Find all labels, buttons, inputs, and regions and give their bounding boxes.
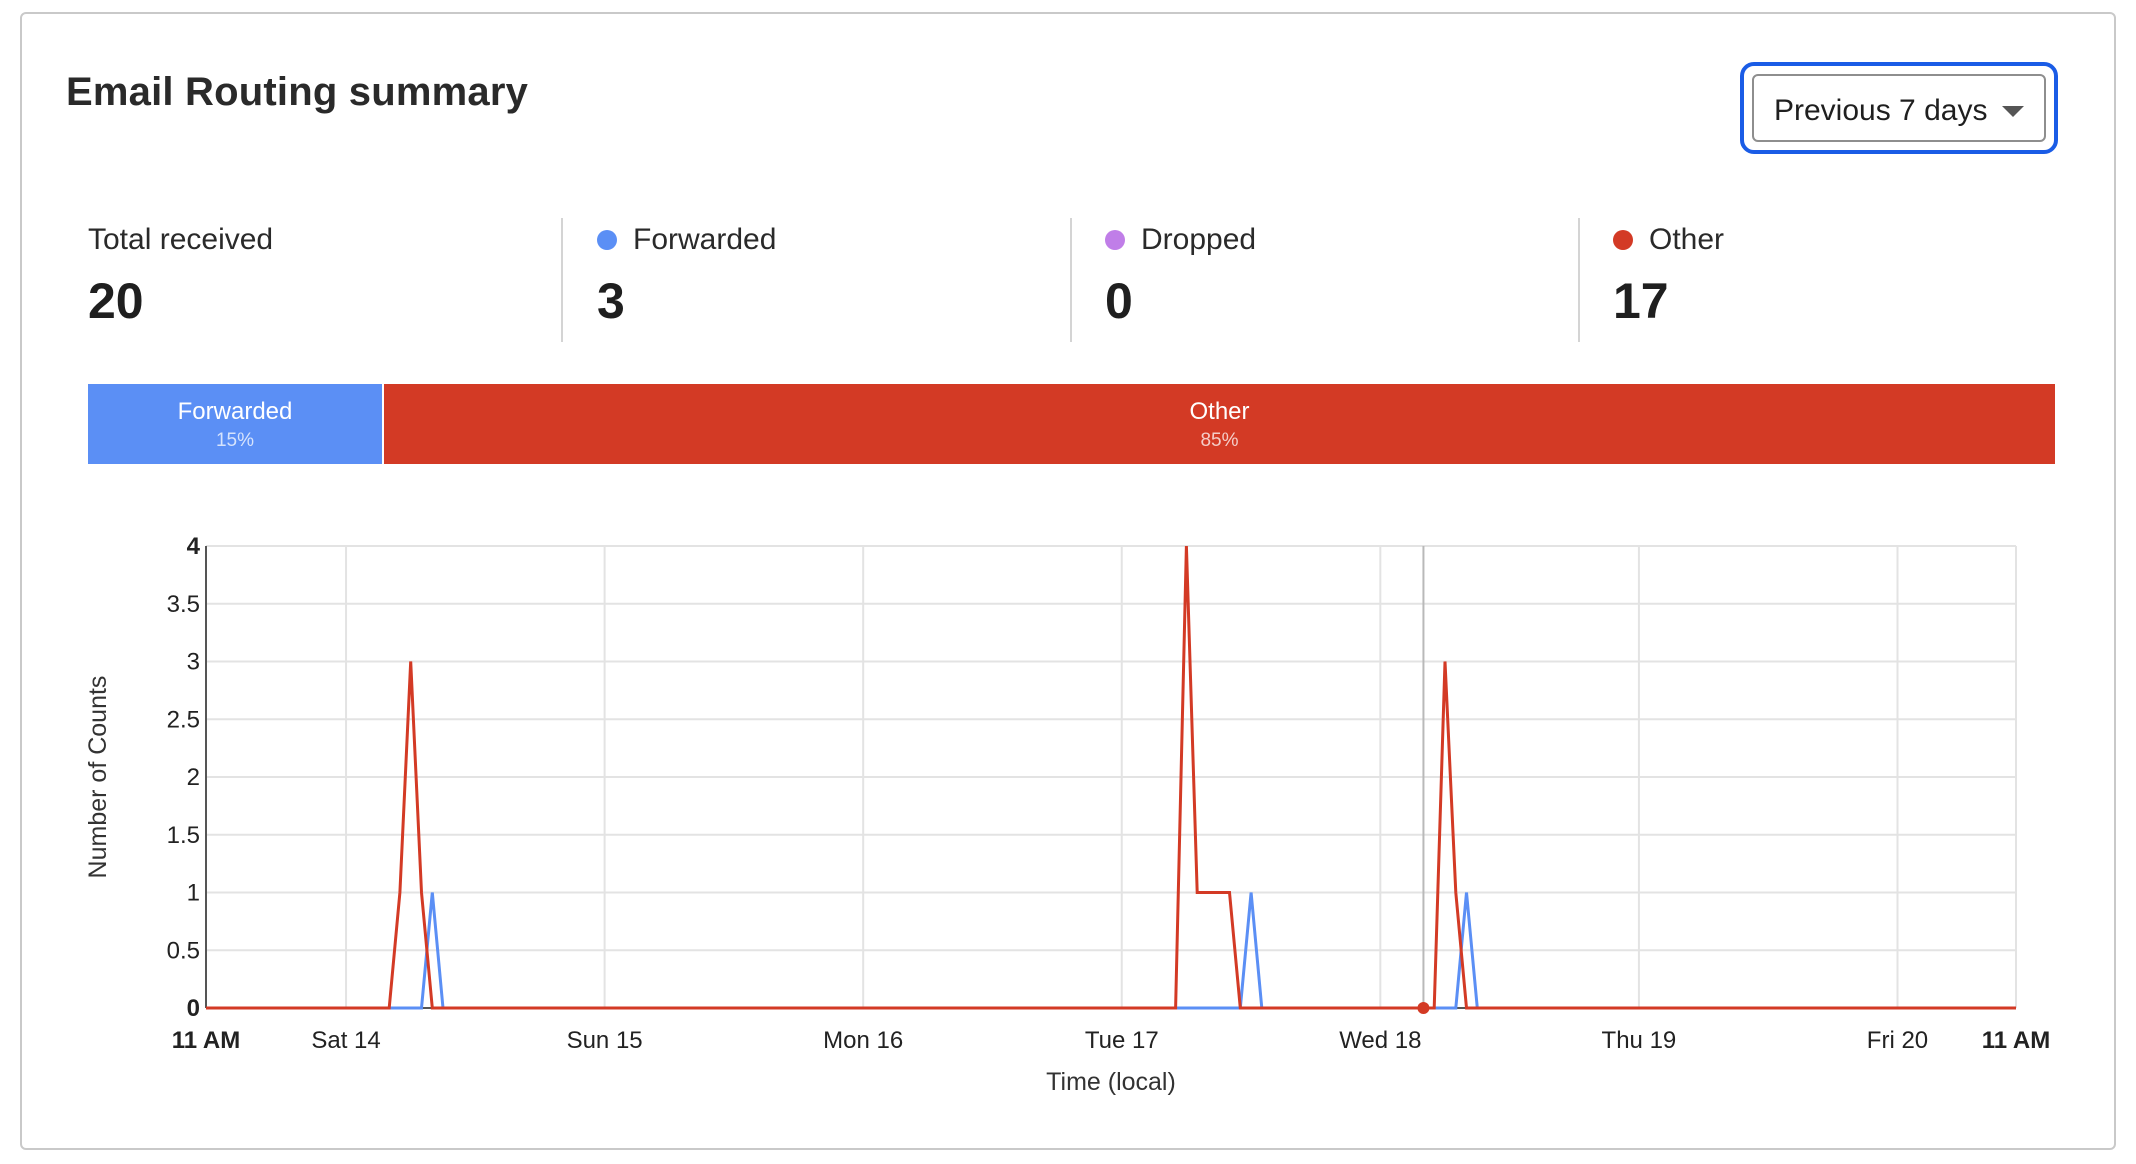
line-chart[interactable]: 0 0.5 1 1.5 2 2.5 3 3.5 4 11 AM Sat 14 Sun 15 Mon 1…	[0, 0, 2136, 1164]
chart-grid	[205, 545, 2017, 1009]
y-tick-label: 1.5	[167, 822, 200, 849]
x-tick-label: Sat 14	[311, 1027, 380, 1054]
x-axis-ticks: 11 AM Sat 14 Sun 15 Mon 16 Tue 17 Wed 18 Thu 1…	[172, 1027, 2050, 1054]
y-tick-label: 0	[187, 995, 200, 1022]
y-tick-label: 3.5	[167, 591, 200, 618]
y-tick-label: 4	[187, 533, 201, 560]
y-tick-label: 3	[187, 649, 200, 676]
x-tick-label: Tue 17	[1085, 1027, 1159, 1054]
x-tick-label: Sun 15	[567, 1027, 643, 1054]
x-tick-label: Fri 20	[1867, 1027, 1928, 1054]
y-axis-ticks: 0 0.5 1 1.5 2 2.5 3 3.5 4	[167, 533, 201, 1022]
y-axis-title: Number of Counts	[84, 676, 112, 879]
y-tick-label: 1	[187, 880, 200, 907]
x-tick-label: Mon 16	[823, 1027, 903, 1054]
x-tick-label: 11 AM	[1982, 1027, 2050, 1054]
x-axis-title: Time (local)	[1046, 1068, 1176, 1096]
y-tick-label: 2	[187, 764, 200, 791]
y-tick-label: 0.5	[167, 937, 200, 964]
y-tick-label: 2.5	[167, 706, 200, 733]
crosshair	[1417, 546, 1430, 1014]
x-tick-label: 11 AM	[172, 1027, 240, 1054]
x-tick-label: Thu 19	[1602, 1027, 1677, 1054]
x-tick-label: Wed 18	[1339, 1027, 1421, 1054]
